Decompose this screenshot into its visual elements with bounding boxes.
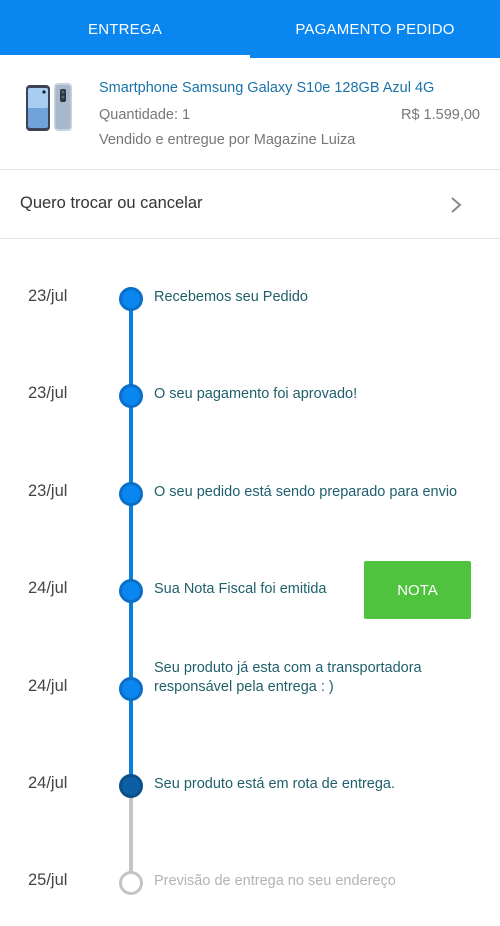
tab-pagamento-pedido[interactable]: PAGAMENTO PEDIDO	[250, 0, 500, 58]
product-quantity: Quantidade: 1	[99, 107, 191, 123]
exchange-or-cancel-row[interactable]: Quero trocar ou cancelar	[0, 171, 500, 239]
timeline-step: 25/jul Previsão de entrega no seu endere…	[0, 862, 500, 902]
step-text-line2: responsável pela entrega : )	[154, 679, 334, 695]
step-date: 23/jul	[28, 384, 68, 402]
chevron-right-icon	[451, 197, 462, 213]
step-current-dot	[119, 774, 143, 798]
tab-entrega-label: ENTREGA	[88, 20, 162, 38]
step-text: O seu pagamento foi aprovado!	[154, 386, 358, 402]
product-seller: Vendido e entregue por Magazine Luiza	[99, 132, 356, 148]
step-text: O seu pedido está sendo preparado para e…	[154, 484, 458, 500]
timeline-step: 23/jul O seu pagamento foi aprovado!	[0, 375, 500, 415]
step-date: 23/jul	[28, 287, 68, 305]
exchange-or-cancel-label: Quero trocar ou cancelar	[20, 194, 203, 212]
step-text-line1: Seu produto já esta com a transportadora	[154, 660, 422, 676]
step-done-dot	[119, 579, 143, 603]
step-done-dot	[119, 287, 143, 311]
nota-fiscal-button[interactable]: NOTA	[364, 561, 471, 619]
step-pending-dot	[119, 871, 143, 895]
step-date: 23/jul	[28, 482, 68, 500]
step-date: 24/jul	[28, 579, 68, 597]
step-date: 24/jul	[28, 677, 68, 695]
step-text: Seu produto está em rota de entrega.	[154, 776, 396, 792]
step-text: Previsão de entrega no seu endereço	[154, 873, 396, 889]
product-title[interactable]: Smartphone Samsung Galaxy S10e 128GB Azu…	[99, 80, 434, 96]
step-date: 24/jul	[28, 774, 68, 792]
tab-bar: ENTREGA PAGAMENTO PEDIDO	[0, 0, 500, 58]
product-price: R$ 1.599,00	[400, 107, 480, 123]
product-card[interactable]: Smartphone Samsung Galaxy S10e 128GB Azu…	[0, 58, 500, 170]
smartphone-product-image	[26, 83, 72, 131]
step-date: 25/jul	[28, 871, 68, 889]
step-done-dot	[119, 677, 143, 701]
step-text: Recebemos seu Pedido	[154, 289, 308, 305]
timeline-step: 23/jul O seu pedido está sendo preparado…	[0, 473, 500, 513]
step-done-dot	[119, 384, 143, 408]
tab-entrega[interactable]: ENTREGA	[0, 0, 250, 58]
step-text: Sua Nota Fiscal foi emitida	[154, 581, 327, 597]
delivery-timeline: 23/jul Recebemos seu Pedido 23/jul O seu…	[0, 240, 500, 926]
timeline-step: 24/jul Seu produto já esta com a transpo…	[0, 660, 500, 707]
timeline-line-completed	[129, 298, 133, 785]
tab-pagamento-label: PAGAMENTO PEDIDO	[295, 20, 455, 38]
timeline-step: 23/jul Recebemos seu Pedido	[0, 278, 500, 318]
timeline-step: 24/jul Seu produto está em rota de entre…	[0, 765, 500, 805]
step-done-dot	[119, 482, 143, 506]
step-text: Seu produto já esta com a transportadora…	[154, 659, 422, 697]
